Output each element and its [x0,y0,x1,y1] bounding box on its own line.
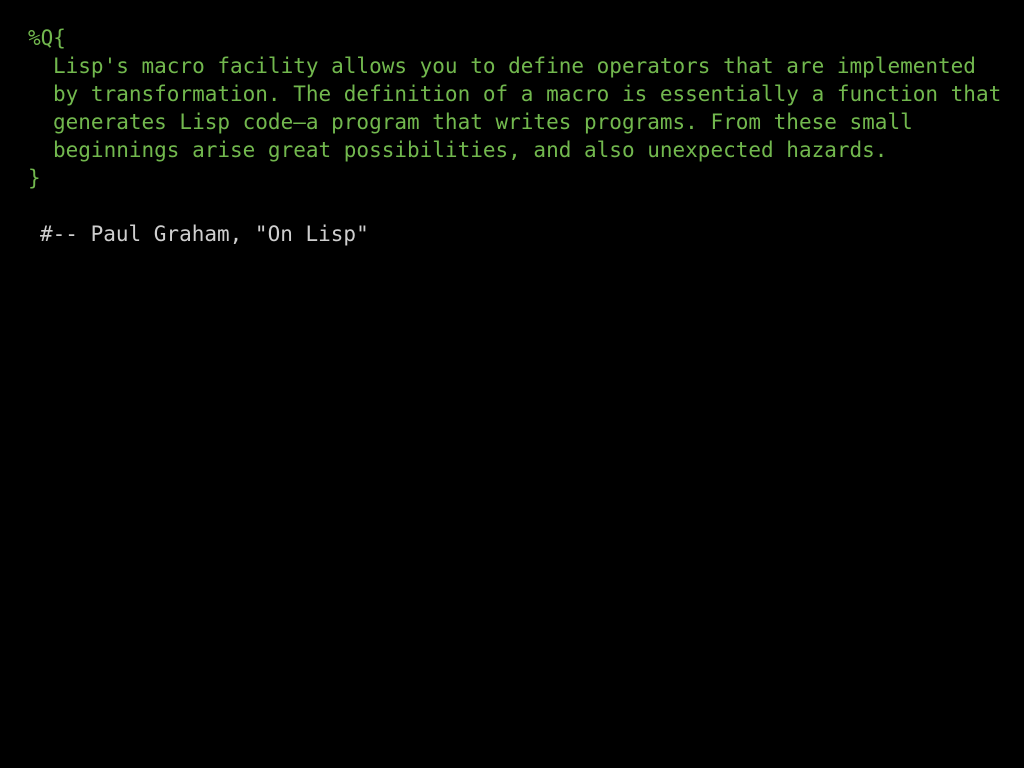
quote-line-1: Lisp's macro facility allows you to defi… [53,54,976,78]
quote-block: %Q{ Lisp's macro facility allows you to … [28,24,1008,192]
quote-line-2: by transformation. The definition of a m… [53,82,1002,106]
quote-close-delimiter: } [28,166,41,190]
quote-line-3: generates Lisp code—a program that write… [53,110,913,134]
quote-line-4: beginnings arise great possibilities, an… [53,138,888,162]
terminal-screen: %Q{ Lisp's macro facility allows you to … [0,0,1024,768]
quote-open-delimiter: %Q{ [28,26,66,50]
quote-attribution: #-- Paul Graham, "On Lisp" [40,222,369,246]
